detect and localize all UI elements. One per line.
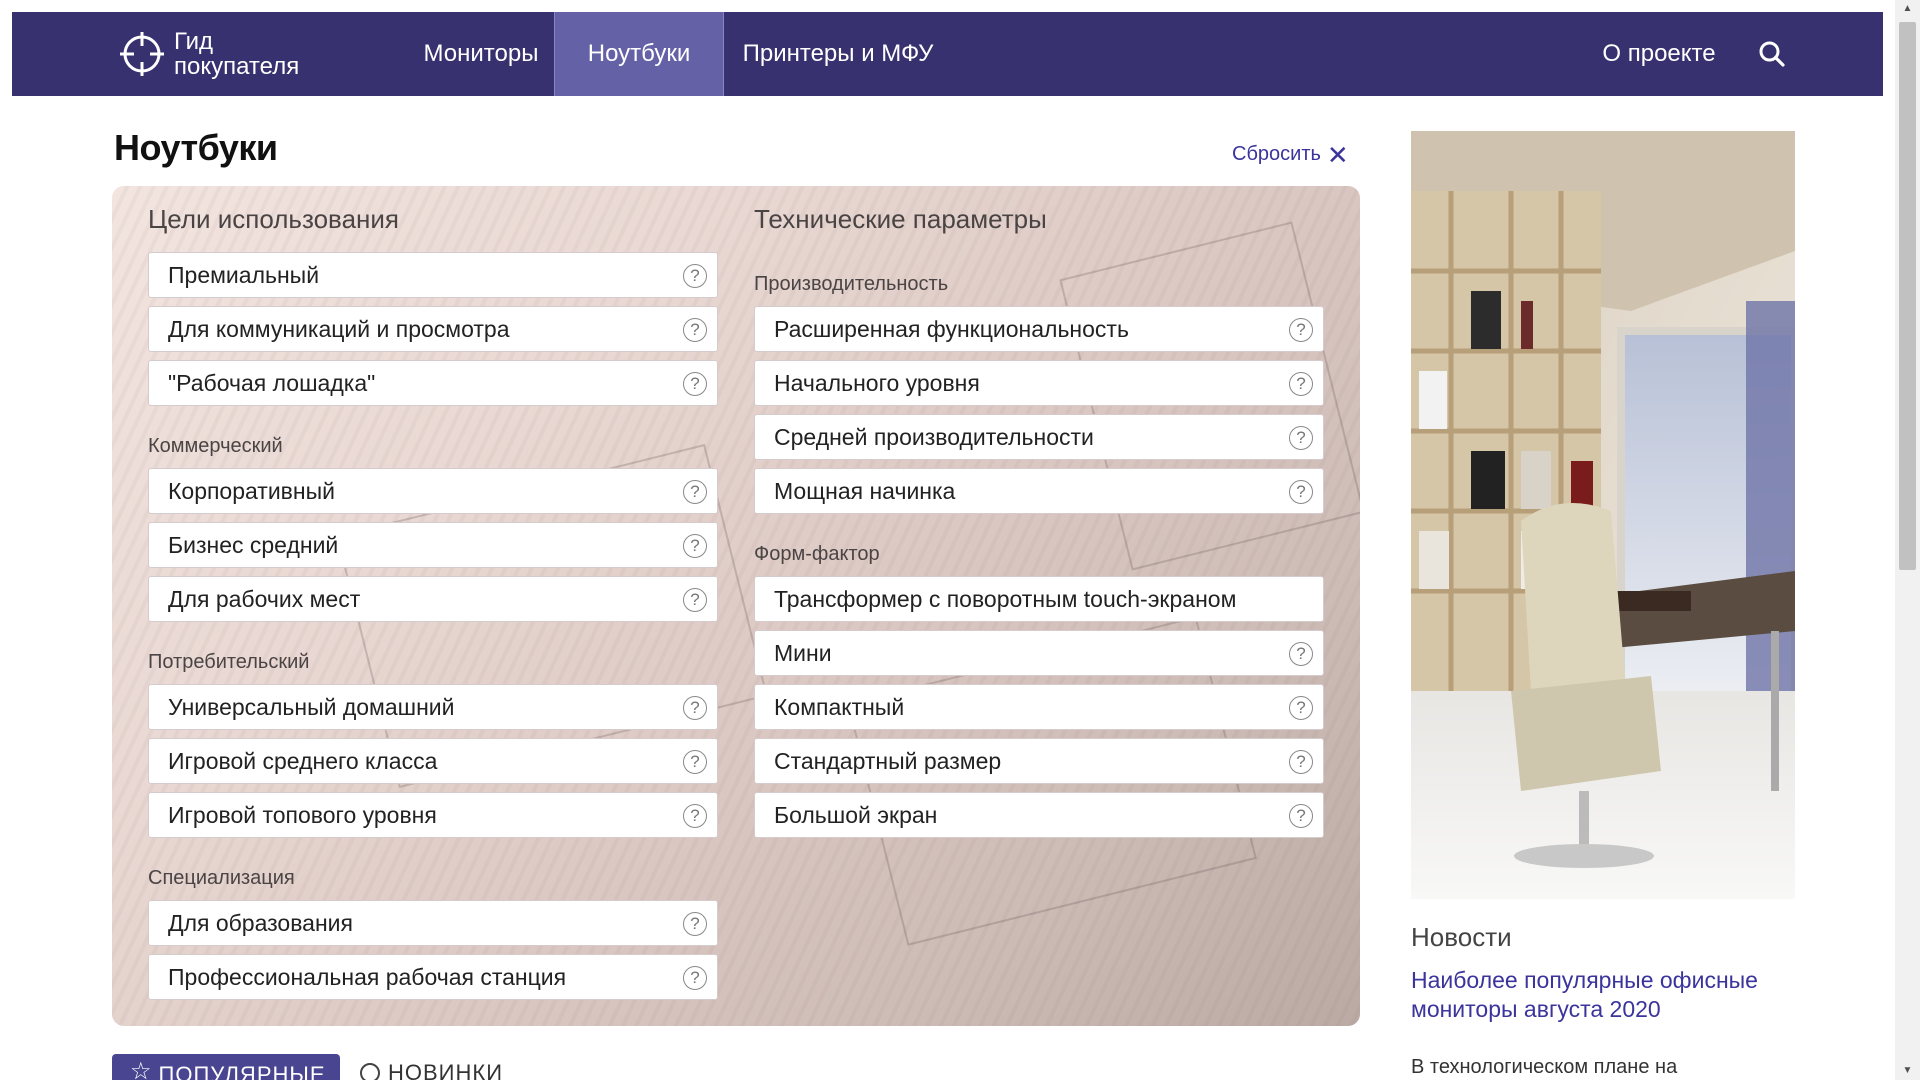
nav-about[interactable]: О проекте xyxy=(1575,12,1743,96)
option-label: Универсальный домашний xyxy=(168,693,455,720)
option-label: Трансформер с поворотным touch-экраном xyxy=(774,585,1237,612)
filter-option-powerful[interactable]: Мощная начинка? xyxy=(754,468,1324,514)
option-label: Мощная начинка xyxy=(774,477,956,504)
filter-option-home[interactable]: Универсальный домашний? xyxy=(148,684,718,730)
popular-tab-label: ПОПУЛЯРНЫЕ xyxy=(158,1062,326,1080)
option-label: Корпоративный xyxy=(168,477,335,504)
help-icon[interactable]: ? xyxy=(683,264,707,288)
scroll-down-arrow-icon[interactable]: ▼ xyxy=(1895,1062,1920,1080)
option-label: Расширенная функциональность xyxy=(774,315,1129,342)
close-icon: ✕ xyxy=(1326,139,1349,170)
option-label: Средней производительности xyxy=(774,423,1094,450)
filter-option-convertible[interactable]: Трансформер с поворотным touch-экраном xyxy=(754,576,1324,622)
help-icon[interactable]: ? xyxy=(683,696,707,720)
option-label: Стандартный размер xyxy=(774,747,1002,774)
option-label: Мини xyxy=(774,639,832,666)
crosshair-logo-icon xyxy=(120,32,164,76)
help-icon[interactable]: ? xyxy=(1289,642,1313,666)
filter-option-business-mid[interactable]: Бизнес средний? xyxy=(148,522,718,568)
filter-option-communication[interactable]: Для коммуникаций и просмотра? xyxy=(148,306,718,352)
reset-label: Сбросить xyxy=(1232,143,1321,165)
search-button[interactable] xyxy=(1742,12,1802,96)
help-icon[interactable]: ? xyxy=(683,318,707,342)
star-icon: ☆ xyxy=(130,1058,153,1080)
filter-option-gaming-mid[interactable]: Игровой среднего класса? xyxy=(148,738,718,784)
page-scrollbar[interactable]: ▲ ▼ xyxy=(1895,0,1920,1080)
filter-panel: Цели использования Технические параметры… xyxy=(112,186,1360,1026)
office-interior-image xyxy=(1411,131,1795,899)
tech-column-title: Технические параметры xyxy=(754,204,1047,234)
help-icon[interactable]: ? xyxy=(683,534,707,558)
nav-printers[interactable]: Принтеры и МФУ xyxy=(724,12,952,96)
scrollbar-thumb[interactable] xyxy=(1899,22,1916,570)
option-label: Бизнес средний xyxy=(168,531,339,558)
help-icon[interactable]: ? xyxy=(1289,426,1313,450)
group-label-consumer: Потребительский xyxy=(148,651,310,673)
new-tab-label: НОВИНКИ xyxy=(388,1060,504,1080)
filter-option-education[interactable]: Для образования? xyxy=(148,900,718,946)
news-article-link[interactable]: Наиболее популярные офисные мониторы авг… xyxy=(1411,966,1791,1024)
filter-option-workstation[interactable]: Профессиональная рабочая станция? xyxy=(148,954,718,1000)
option-label: Игровой топового уровня xyxy=(168,801,437,828)
help-icon[interactable]: ? xyxy=(683,372,707,396)
option-label: Профессиональная рабочая станция xyxy=(168,963,567,990)
filter-option-mid-performance[interactable]: Средней производительности? xyxy=(754,414,1324,460)
help-icon[interactable]: ? xyxy=(1289,804,1313,828)
help-icon[interactable]: ? xyxy=(1289,372,1313,396)
reset-filters-link[interactable]: Сбросить ✕ xyxy=(1232,139,1349,170)
logo-text: Гид покупателя xyxy=(174,29,299,79)
logo-line-2: покупателя xyxy=(174,53,300,80)
help-icon[interactable]: ? xyxy=(683,966,707,990)
help-icon[interactable]: ? xyxy=(683,480,707,504)
filter-option-corporate[interactable]: Корпоративный? xyxy=(148,468,718,514)
search-icon xyxy=(1759,41,1785,67)
popular-tab-button[interactable]: ☆ ПОПУЛЯРНЫЕ xyxy=(112,1054,340,1080)
help-icon[interactable]: ? xyxy=(683,912,707,936)
news-teaser: В технологическом плане на xyxy=(1411,1056,1678,1078)
site-logo[interactable]: Гид покупателя xyxy=(118,24,299,84)
filter-option-standard-size[interactable]: Стандартный размер? xyxy=(754,738,1324,784)
filter-option-workhorse[interactable]: "Рабочая лошадка"? xyxy=(148,360,718,406)
help-icon[interactable]: ? xyxy=(683,804,707,828)
option-label: "Рабочая лошадка" xyxy=(168,369,376,396)
filter-option-gaming-top[interactable]: Игровой топового уровня? xyxy=(148,792,718,838)
help-icon[interactable]: ? xyxy=(1289,480,1313,504)
group-label-commercial: Коммерческий xyxy=(148,435,283,457)
group-label-performance: Производительность xyxy=(754,273,949,295)
option-label: Премиальный xyxy=(168,261,320,288)
help-icon[interactable]: ? xyxy=(1289,750,1313,774)
circle-icon xyxy=(360,1063,380,1080)
nav-notebooks[interactable]: Ноутбуки xyxy=(554,12,724,96)
option-label: Для образования xyxy=(168,909,353,936)
help-icon[interactable]: ? xyxy=(1289,318,1313,342)
purpose-column-title: Цели использования xyxy=(148,204,399,234)
group-label-special: Специализация xyxy=(148,867,295,889)
option-label: Компактный xyxy=(774,693,905,720)
filter-option-compact[interactable]: Компактный? xyxy=(754,684,1324,730)
filter-option-mini[interactable]: Мини? xyxy=(754,630,1324,676)
help-icon[interactable]: ? xyxy=(683,750,707,774)
logo-line-1: Гид xyxy=(174,28,214,55)
new-tab-button[interactable]: НОВИНКИ xyxy=(360,1060,503,1080)
filter-option-workplace[interactable]: Для рабочих мест? xyxy=(148,576,718,622)
filter-option-premium[interactable]: Премиальный? xyxy=(148,252,718,298)
option-label: Большой экран xyxy=(774,801,938,828)
help-icon[interactable]: ? xyxy=(683,588,707,612)
help-icon[interactable]: ? xyxy=(1289,696,1313,720)
filter-option-entry-level[interactable]: Начального уровня? xyxy=(754,360,1324,406)
filter-option-large-screen[interactable]: Большой экран? xyxy=(754,792,1324,838)
top-navigation: Гид покупателя Мониторы Ноутбуки Принтер… xyxy=(12,12,1883,96)
option-label: Игровой среднего класса xyxy=(168,747,438,774)
option-label: Для коммуникаций и просмотра xyxy=(168,315,510,342)
nav-monitors[interactable]: Мониторы xyxy=(401,12,561,96)
option-label: Начального уровня xyxy=(774,369,980,396)
news-title: Новости xyxy=(1411,922,1512,952)
office-illustration xyxy=(1411,131,1795,899)
scroll-up-arrow-icon[interactable]: ▲ xyxy=(1895,0,1920,18)
group-label-form-factor: Форм-фактор xyxy=(754,543,880,565)
page-title: Ноутбуки xyxy=(114,127,278,168)
filter-option-extended[interactable]: Расширенная функциональность? xyxy=(754,306,1324,352)
option-label: Для рабочих мест xyxy=(168,585,361,612)
